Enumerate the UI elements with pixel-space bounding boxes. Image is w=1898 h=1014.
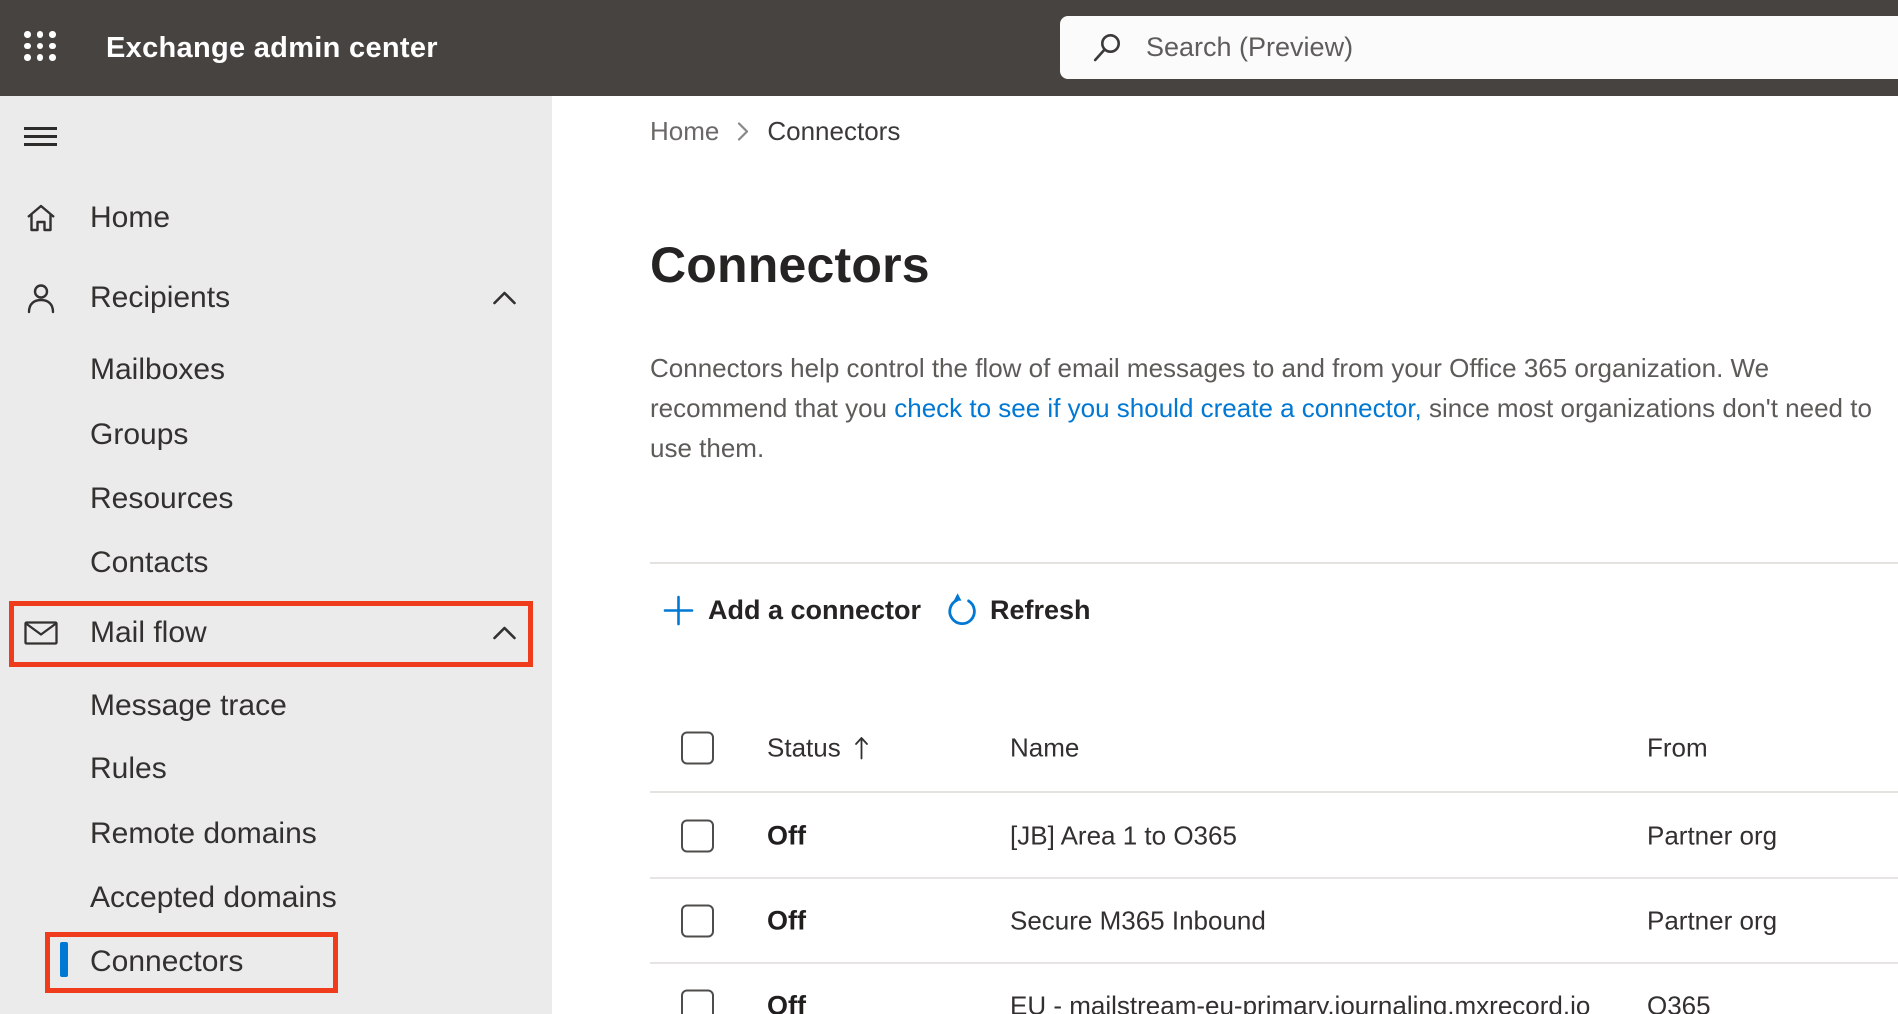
sidebar-item-contacts[interactable]: Contacts [0,531,552,595]
refresh-label: Refresh [990,594,1091,625]
sidebar-item-label: Groups [90,418,189,451]
column-header-from[interactable]: From [1647,733,1708,764]
sidebar-item-label: Remote domains [90,817,317,850]
sidebar-item-label: Recipients [90,281,231,314]
add-connector-button[interactable]: Add a connector [663,588,921,632]
search-icon [1091,32,1123,64]
status-value: Off [767,820,806,850]
sidebar-item-label: Contacts [90,546,209,579]
sidebar-item-label: Accepted domains [90,881,337,914]
app-title: Exchange admin center [106,31,438,64]
connector-name: EU - mailstream-eu-primary.journaling.mx… [1010,990,1591,1014]
mail-icon [24,616,58,650]
search-box[interactable] [1060,16,1898,79]
sidebar-item-mailboxes[interactable]: Mailboxes [0,338,552,402]
chevron-right-icon [736,120,750,143]
top-app-bar: Exchange admin center [0,0,1898,96]
toolbar-divider [650,562,1898,564]
row-checkbox[interactable] [681,904,714,937]
table-row[interactable]: Off Secure M365 Inbound Partner org [552,878,1898,963]
toolbar: Add a connector Refresh [552,588,1898,632]
breadcrumb-current: Connectors [767,115,901,146]
chevron-up-icon [492,626,517,641]
sidebar-item-label: Mail flow [90,616,207,649]
sidebar-item-label: Connectors [90,945,244,978]
sidebar-item-recipients[interactable]: Recipients [0,266,552,330]
status-value: Off [767,990,806,1014]
row-checkbox[interactable] [681,989,714,1014]
breadcrumb: Home Connectors [650,113,900,149]
sort-ascending-icon [854,736,869,761]
sidebar-item-message-trace[interactable]: Message trace [0,674,552,738]
sidebar-item-label: Home [90,201,171,234]
hamburger-menu-icon[interactable] [24,127,57,147]
connector-from: O365 [1647,990,1711,1014]
table-row[interactable]: Off [JB] Area 1 to O365 Partner org [552,793,1898,878]
sidebar-item-mail-flow[interactable]: Mail flow [0,601,552,665]
plus-icon [663,595,694,626]
selected-item-indicator [60,942,68,977]
sidebar-nav: Home Recipients Mailboxes Groups Resourc… [0,96,552,1014]
create-connector-check-link[interactable]: check to see if you should create a conn… [894,393,1422,423]
sidebar-item-label: Mailboxes [90,353,226,386]
chevron-up-icon [492,291,517,306]
sidebar-item-label: Rules [90,752,167,785]
table-row[interactable]: Off EU - mailstream-eu-primary.journalin… [552,963,1898,1014]
main-content: Home Connectors Connectors Connectors he… [552,96,1898,1014]
search-input[interactable] [1146,16,1846,79]
app-launcher-icon[interactable] [21,29,59,63]
refresh-button[interactable]: Refresh [944,588,1091,632]
sidebar-item-remote-domains[interactable]: Remote domains [0,802,552,866]
person-icon [24,281,58,315]
sidebar-item-accepted-domains[interactable]: Accepted domains [0,866,552,930]
page-description: Connectors help control the flow of emai… [650,348,1890,468]
connector-from: Partner org [1647,905,1778,935]
table-header-row: Status Name From [552,716,1898,780]
sidebar-item-rules[interactable]: Rules [0,737,552,801]
breadcrumb-home-link[interactable]: Home [650,116,719,147]
connector-from: Partner org [1647,820,1778,850]
row-checkbox[interactable] [681,819,714,852]
sidebar-item-connectors[interactable]: Connectors [0,930,552,994]
column-header-name[interactable]: Name [1010,733,1079,764]
column-header-status[interactable]: Status [767,733,869,764]
refresh-icon [944,592,980,628]
select-all-checkbox[interactable] [681,731,714,765]
sidebar-item-label: Resources [90,482,234,515]
status-header-label: Status [767,732,841,763]
connector-name: [JB] Area 1 to O365 [1010,820,1237,850]
page-title: Connectors [650,237,930,293]
sidebar-item-resources[interactable]: Resources [0,467,552,531]
connector-name: Secure M365 Inbound [1010,905,1266,935]
sidebar-item-label: Message trace [90,689,287,722]
sidebar-item-groups[interactable]: Groups [0,403,552,467]
add-connector-label: Add a connector [708,594,922,625]
sidebar-item-home[interactable]: Home [0,186,552,250]
status-value: Off [767,905,806,935]
home-icon [24,201,58,235]
